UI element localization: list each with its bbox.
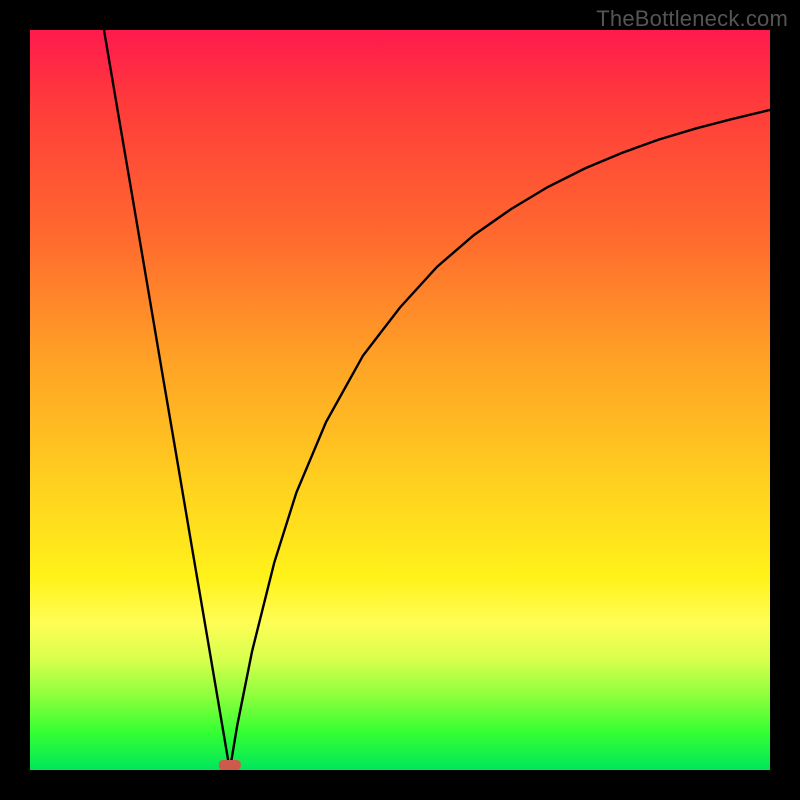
left-branch-path — [104, 30, 230, 770]
bottleneck-curve — [30, 30, 770, 770]
chart-frame: TheBottleneck.com — [0, 0, 800, 800]
plot-area — [30, 30, 770, 770]
right-branch-path — [230, 110, 770, 770]
min-marker — [219, 760, 241, 770]
watermark-text: TheBottleneck.com — [596, 6, 788, 32]
